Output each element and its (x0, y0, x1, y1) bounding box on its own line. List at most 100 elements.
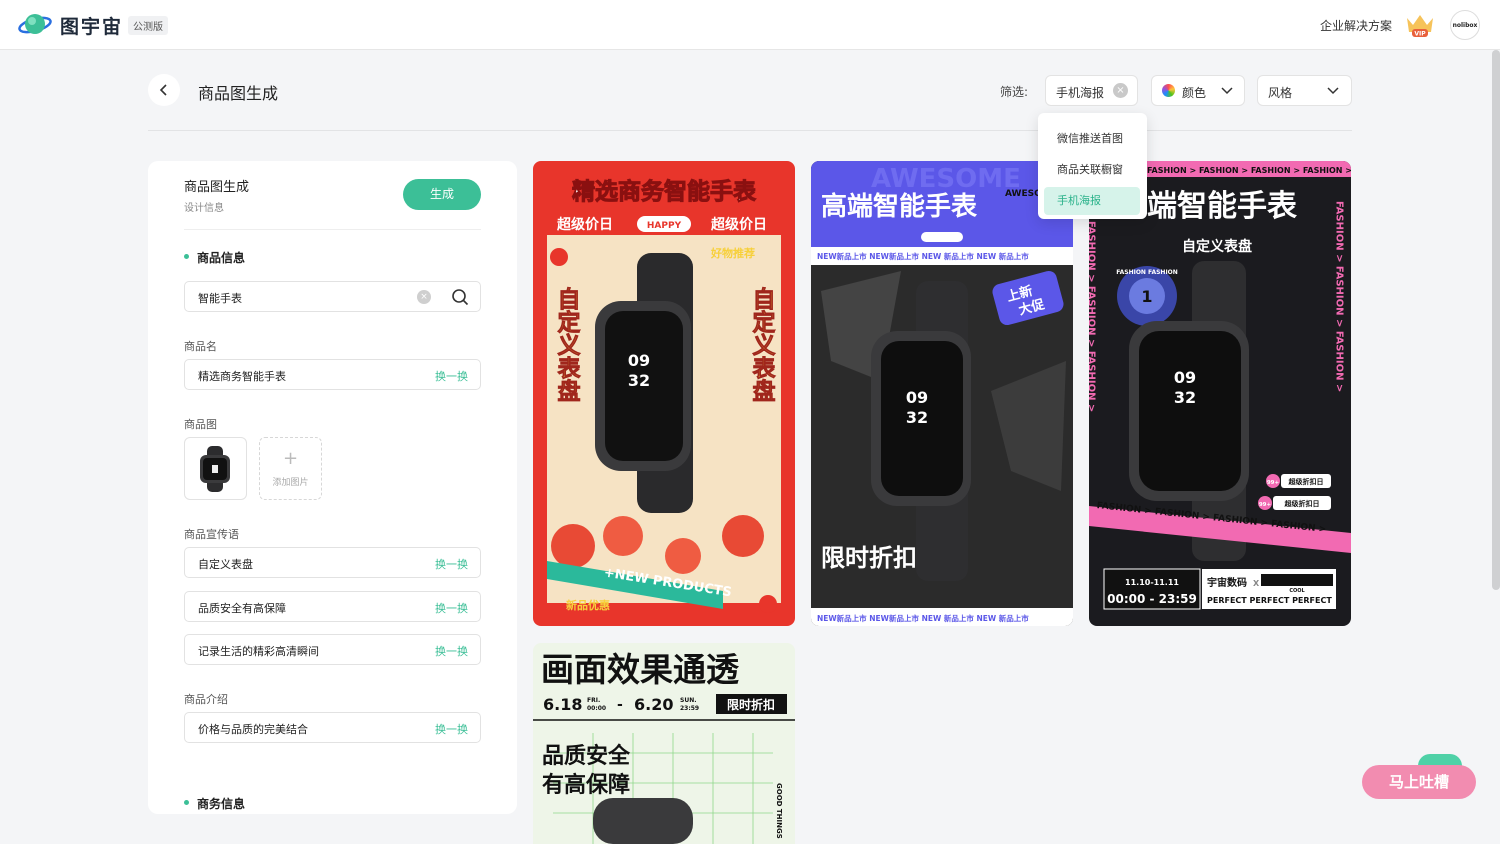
p4-sun: SUN. (680, 697, 697, 704)
p4-date-start: 6.18 (543, 695, 582, 714)
add-image-label: 添加图片 (272, 478, 309, 488)
p4-vertical: GOOD THINGS (775, 783, 783, 839)
product-name-label: 商品名 (184, 340, 217, 353)
generate-button[interactable]: 生成 (403, 179, 481, 210)
p2-time-top: 09 (906, 388, 928, 407)
top-bar: 图宇宙 公测版 企业解决方案 VIP nolibox (0, 0, 1500, 50)
p1-side-right: 自定义表盘 (748, 286, 776, 402)
search-icon[interactable] (451, 288, 469, 306)
swap-button[interactable]: 换一换 (435, 643, 468, 659)
p3-barcode-label: COOL (1289, 588, 1305, 594)
p3-sticker-text: FASHION FASHION (1116, 269, 1178, 276)
p3-time-top: 09 (1174, 368, 1196, 387)
product-name-value: 精选商务智能手表 (198, 370, 286, 383)
p2-bg-word: AWESOME (871, 164, 1021, 194)
p3-brand-x: X (1253, 579, 1260, 588)
user-avatar[interactable]: nolibox (1450, 10, 1480, 40)
poster-card-1[interactable]: 精选商务智能手表 超级价日 HAPPY 超级价日 好物推荐 自定义表盘 自定义表… (533, 161, 795, 626)
chevron-left-icon (159, 84, 167, 96)
add-image-button[interactable]: + 添加图片 (259, 437, 322, 500)
chevron-down-icon (1221, 87, 1233, 95)
color-select-label: 颜色 (1182, 86, 1207, 100)
search-value: 智能手表 (198, 292, 242, 305)
poster-type-dropdown: 微信推送首图 商品关联橱窗 手机海报 (1038, 113, 1147, 219)
p4-title: 画面效果通透 (541, 650, 739, 689)
poster-card-2[interactable]: AWESOME 高端智能手表 AWESOME NEW新品上市 NEW新品上市 N… (811, 161, 1073, 626)
p3-time-bottom: 32 (1174, 388, 1196, 407)
back-button[interactable] (148, 74, 180, 106)
chevron-down-icon (1327, 87, 1339, 95)
p3-time: 00:00 - 23:59 (1107, 592, 1197, 606)
clear-icon[interactable]: × (417, 290, 431, 304)
dropdown-option-phone-poster[interactable]: 手机海报 (1044, 187, 1140, 215)
p3-perfect: PERFECT PERFECT PERFECT (1207, 596, 1332, 605)
p3-vertical-right: FASHION > FASHION > FASHION > (1334, 201, 1345, 392)
feedback-button[interactable]: 马上吐槽 (1362, 765, 1476, 799)
p1-happy: HAPPY (647, 221, 682, 231)
dropdown-option-showcase[interactable]: 商品关联橱窗 (1044, 156, 1140, 184)
planet-logo-icon[interactable] (18, 10, 52, 40)
page-scrollbar[interactable] (1492, 50, 1500, 590)
p4-dash: - (617, 697, 623, 713)
slogan-field-2[interactable]: 品质安全有高保障 换一换 (184, 591, 481, 622)
clear-icon[interactable]: × (1113, 83, 1128, 98)
vip-crown-icon[interactable]: VIP (1404, 12, 1436, 38)
panel-divider (184, 229, 481, 230)
p3-sticker-num: 1 (1141, 287, 1152, 306)
p3-tag-2: 超级折扣日 (1285, 499, 1320, 508)
p3-vertical-left: FASHION > FASHION > FASHION > (1089, 221, 1097, 412)
enterprise-solutions-link[interactable]: 企业解决方案 (1320, 17, 1392, 34)
p1-time-bottom: 32 (628, 371, 650, 390)
p1-sub-right: 超级价日 (710, 216, 767, 233)
p3-ticker: FASHION > FASHION > FASHION > FASHION > (1147, 166, 1351, 175)
poster-type-value: 手机海报 (1056, 86, 1105, 100)
app-name[interactable]: 图宇宙 (60, 12, 123, 39)
slogan-value-1: 自定义表盘 (198, 558, 253, 571)
panel-subtitle: 设计信息 (184, 203, 224, 214)
intro-field[interactable]: 价格与品质的完美结合 换一换 (184, 712, 481, 743)
p2-title: 高端智能手表 (821, 191, 978, 222)
color-wheel-icon (1162, 84, 1175, 97)
poster-card-3[interactable]: FASHION > FASHION > FASHION > FASHION > … (1089, 161, 1351, 626)
vip-label: VIP (1414, 31, 1426, 38)
p4-time-start: 00:00 (587, 705, 606, 712)
p3-tag-1: 超级折扣日 (1289, 477, 1324, 486)
section-business-info: 商务信息 (184, 795, 245, 812)
page-title: 商品图生成 (198, 84, 279, 103)
swap-button[interactable]: 换一换 (435, 600, 468, 616)
product-name-field[interactable]: 精选商务智能手表 换一换 (184, 359, 481, 390)
style-select-label: 风格 (1268, 86, 1293, 100)
poster-type-select[interactable]: 手机海报 × (1045, 75, 1138, 106)
p1-side-left: 自定义表盘 (553, 286, 581, 402)
slogan-value-3: 记录生活的精彩高清瞬间 (198, 645, 319, 658)
beta-badge: 公测版 (128, 16, 168, 35)
color-select[interactable]: 颜色 (1151, 75, 1245, 106)
poster-card-4[interactable]: 画面效果通透 6.18 FRI. 00:00 - 6.20 SUN. 23:59… (533, 643, 795, 844)
swap-button[interactable]: 换一换 (435, 368, 468, 384)
plus-icon: + (282, 448, 299, 469)
slogan-field-3[interactable]: 记录生活的精彩高清瞬间 换一换 (184, 634, 481, 665)
slogan-field-1[interactable]: 自定义表盘 换一换 (184, 547, 481, 578)
product-image-thumbnail[interactable] (184, 437, 247, 500)
intro-label: 商品介绍 (184, 693, 228, 706)
intro-value: 价格与品质的完美结合 (198, 723, 308, 736)
p1-footer-tag: 新品优惠 (566, 598, 610, 612)
swap-button[interactable]: 换一换 (435, 556, 468, 572)
p2-time-bottom: 32 (906, 408, 928, 427)
p1-title: 精选商务智能手表 (572, 178, 757, 205)
p4-promo: 限时折扣 (727, 697, 775, 712)
filter-label: 筛选: (1000, 85, 1029, 99)
product-search-input[interactable]: 智能手表 × (184, 281, 481, 312)
p3-title: 端智能手表 (1147, 189, 1297, 224)
dropdown-option-wechat[interactable]: 微信推送首图 (1044, 125, 1140, 153)
p3-tag-count-2: 99+ (1259, 502, 1272, 508)
p4-time-end: 23:59 (680, 705, 699, 712)
swap-button[interactable]: 换一换 (435, 721, 468, 737)
p4-fri: FRI. (587, 697, 600, 704)
header-divider (148, 130, 1352, 131)
slogan-label: 商品宣传语 (184, 528, 239, 541)
watch-thumbnail-icon (200, 446, 230, 492)
p3-tag-count-1: 99+ (1267, 480, 1280, 486)
style-select[interactable]: 风格 (1257, 75, 1352, 106)
p4-slogan1: 品质安全 (542, 743, 631, 769)
